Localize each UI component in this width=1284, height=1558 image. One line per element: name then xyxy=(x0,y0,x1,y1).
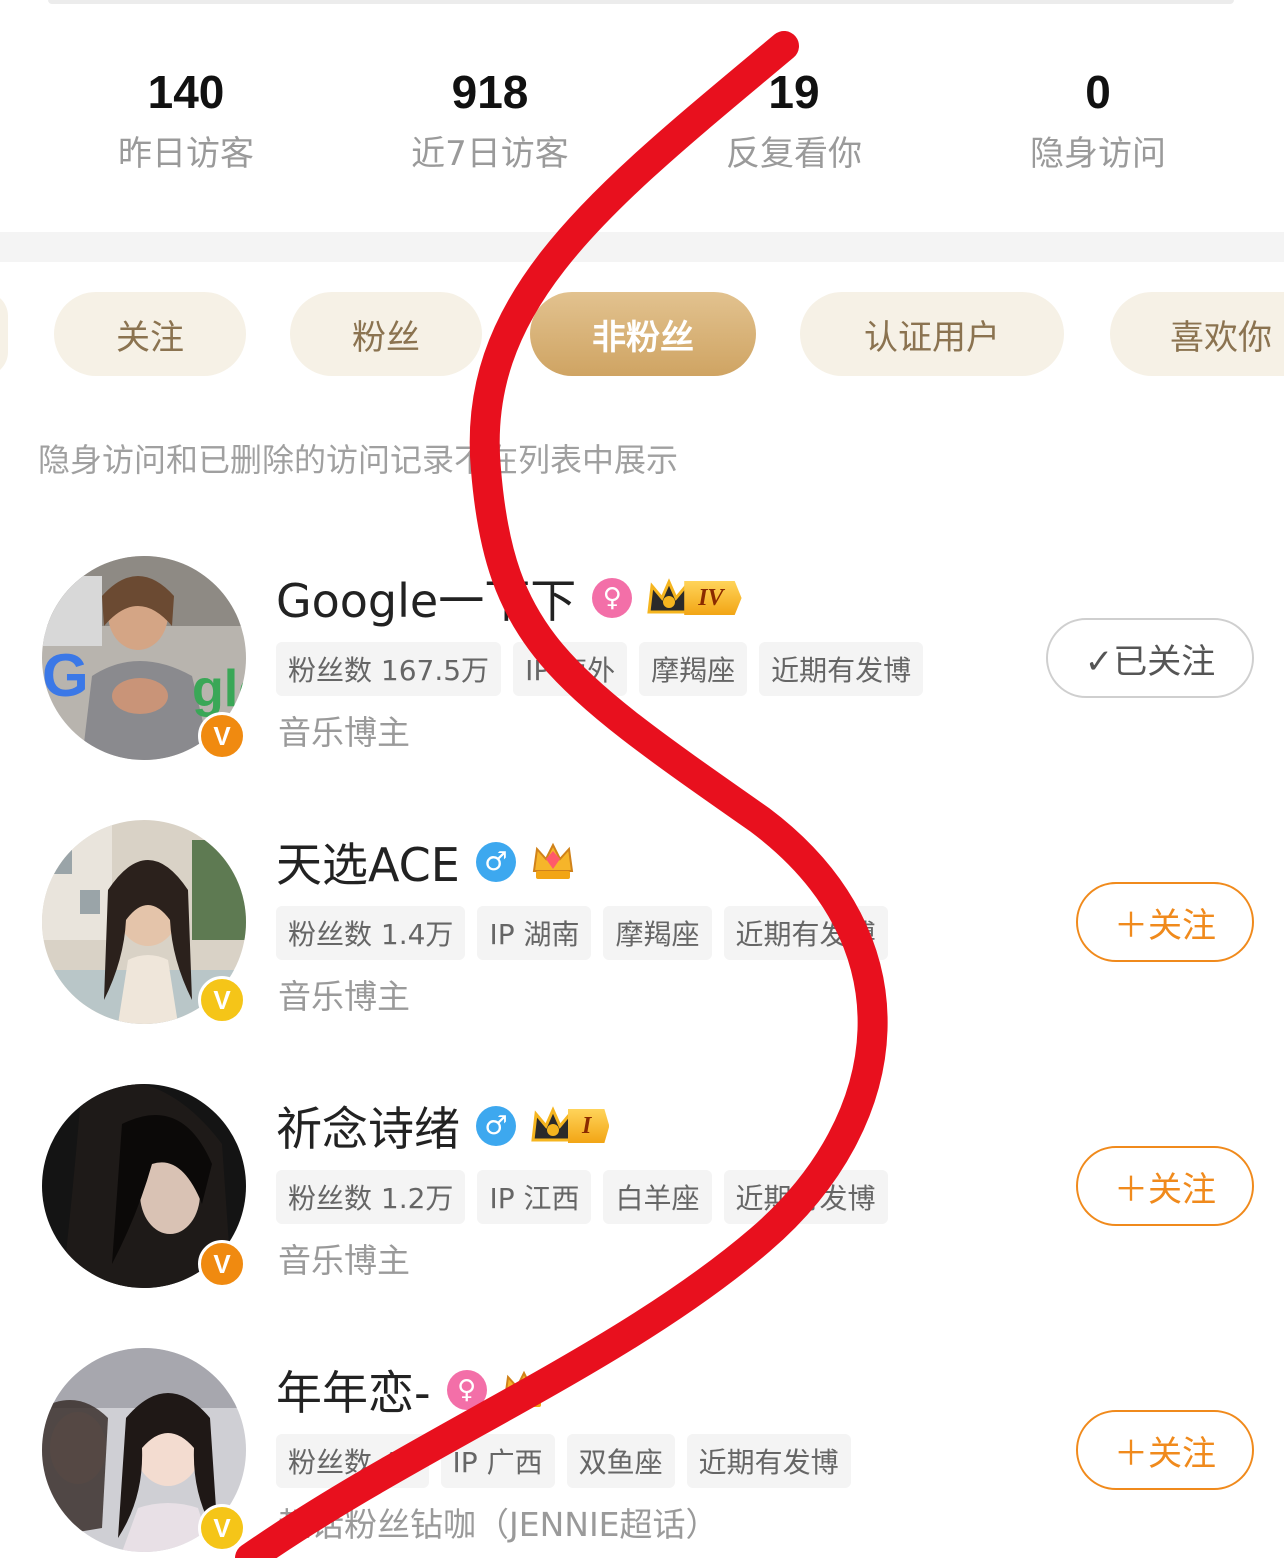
top-divider xyxy=(48,0,1234,4)
privacy-notice: 隐身访问和已删除的访问记录不在列表中展示 xyxy=(38,441,679,479)
followed-button[interactable]: ✓已关注 xyxy=(1046,618,1254,698)
tag-activity: 近期有发博 xyxy=(759,642,924,696)
name-row: 天选ACE ♂ xyxy=(276,830,576,894)
verified-badge: V xyxy=(198,976,246,1024)
tag-activity: 近期有发博 xyxy=(686,1434,851,1488)
name-row: 年年恋- ♀ xyxy=(276,1358,547,1422)
diamond-crown-icon xyxy=(501,1369,547,1411)
visitor-stats: 140 昨日访客 918 近7日访客 19 反复看你 0 隐身访问 xyxy=(0,60,1284,180)
tab-offscreen[interactable] xyxy=(0,292,8,376)
stat-repeat[interactable]: 19 反复看你 xyxy=(674,60,914,180)
svg-text:gle: gle xyxy=(192,660,246,718)
user-tags: 粉丝数 41 IP 广西 双鱼座 近期有发博 xyxy=(276,1434,863,1488)
user-description: 音乐博主 xyxy=(278,1241,410,1280)
stat-hidden[interactable]: 0 隐身访问 xyxy=(978,60,1218,180)
name-row: 祈念诗绪 ♂ I xyxy=(276,1093,610,1159)
stat-label: 反复看你 xyxy=(726,134,862,174)
stat-value: 19 xyxy=(768,66,820,118)
user-description: 超话粉丝钻咖（JENNIE超话） xyxy=(278,1505,719,1544)
tag-zodiac: 双鱼座 xyxy=(566,1434,675,1488)
visitor-row[interactable]: V 年年恋- ♀ 粉丝数 41 IP 广西 双鱼座 近期有发博 超话粉丝钻咖（J… xyxy=(0,1348,1284,1558)
user-tags: 粉丝数 1.4万 IP 湖南 摩羯座 近期有发博 xyxy=(276,906,900,960)
tag-ip: IP 海外 xyxy=(513,642,628,696)
verified-badge: V xyxy=(198,1504,246,1552)
tag-fans: 粉丝数 1.2万 xyxy=(276,1170,466,1224)
user-tags: 粉丝数 1.2万 IP 江西 白羊座 近期有发博 xyxy=(276,1170,900,1224)
stat-label: 近7日访客 xyxy=(411,134,569,174)
stat-value: 918 xyxy=(451,66,529,118)
crown-level: I xyxy=(568,1109,610,1143)
member-crown-icon: IV xyxy=(646,578,742,618)
filter-tabs: 关注 粉丝 非粉丝 认证用户 喜欢你 xyxy=(0,292,1284,378)
tab-fans[interactable]: 粉丝 xyxy=(290,292,482,376)
tag-fans: 粉丝数 1.4万 xyxy=(276,906,466,960)
verified-badge: V xyxy=(198,712,246,760)
user-tags: 粉丝数 167.5万 IP 海外 摩羯座 近期有发博 xyxy=(276,642,935,696)
tag-ip: IP 湖南 xyxy=(477,906,592,960)
stat-value: 140 xyxy=(147,66,225,118)
visitor-row[interactable]: G gle V Google一下下 ♀ IV 粉丝数 167.5万 IP 海外 … xyxy=(0,556,1284,776)
tag-activity: 近期有发博 xyxy=(723,906,888,960)
svg-text:G: G xyxy=(42,642,89,709)
tab-non-fans[interactable]: 非粉丝 xyxy=(530,292,756,376)
tag-ip: IP 江西 xyxy=(477,1170,592,1224)
tag-zodiac: 白羊座 xyxy=(603,1170,712,1224)
diamond-crown-icon xyxy=(530,841,576,883)
male-icon: ♂ xyxy=(475,842,516,882)
section-divider xyxy=(0,232,1284,262)
tab-likes-you[interactable]: 喜欢你 xyxy=(1110,292,1284,376)
member-crown-icon: I xyxy=(530,1106,610,1146)
verified-badge: V xyxy=(198,1240,246,1288)
tab-following[interactable]: 关注 xyxy=(54,292,246,376)
female-icon: ♀ xyxy=(446,1370,487,1410)
user-description: 音乐博主 xyxy=(278,977,410,1016)
visitor-row[interactable]: V 祈念诗绪 ♂ I 粉丝数 1.2万 IP 江西 白羊座 近期有发博 音乐博主… xyxy=(0,1084,1284,1304)
tag-activity: 近期有发博 xyxy=(723,1170,888,1224)
stat-label: 隐身访问 xyxy=(1030,134,1166,174)
follow-button[interactable]: ＋关注 xyxy=(1076,1146,1254,1226)
name-row: Google一下下 ♀ IV xyxy=(276,566,742,630)
tag-zodiac: 摩羯座 xyxy=(639,642,748,696)
user-name[interactable]: 年年恋- xyxy=(276,1357,431,1423)
tag-zodiac: 摩羯座 xyxy=(603,906,712,960)
follow-button[interactable]: ＋关注 xyxy=(1076,882,1254,962)
visitor-row[interactable]: V 天选ACE ♂ 粉丝数 1.4万 IP 湖南 摩羯座 近期有发博 音乐博主 … xyxy=(0,820,1284,1040)
user-name[interactable]: Google一下下 xyxy=(276,565,576,631)
crown-level: IV xyxy=(684,581,742,615)
stat-value: 0 xyxy=(1085,66,1111,118)
tag-ip: IP 广西 xyxy=(440,1434,555,1488)
female-icon: ♀ xyxy=(592,578,633,618)
stat-yesterday[interactable]: 140 昨日访客 xyxy=(66,60,306,180)
tab-verified[interactable]: 认证用户 xyxy=(800,292,1064,376)
tag-fans: 粉丝数 167.5万 xyxy=(276,642,502,696)
male-icon: ♂ xyxy=(476,1106,516,1146)
user-name[interactable]: 祈念诗绪 xyxy=(276,1093,460,1159)
stat-7day[interactable]: 918 近7日访客 xyxy=(370,60,610,180)
tag-fans: 粉丝数 41 xyxy=(276,1434,429,1488)
follow-button[interactable]: ＋关注 xyxy=(1076,1410,1254,1490)
user-name[interactable]: 天选ACE xyxy=(276,829,460,895)
stat-label: 昨日访客 xyxy=(118,134,254,174)
user-description: 音乐博主 xyxy=(278,713,410,752)
